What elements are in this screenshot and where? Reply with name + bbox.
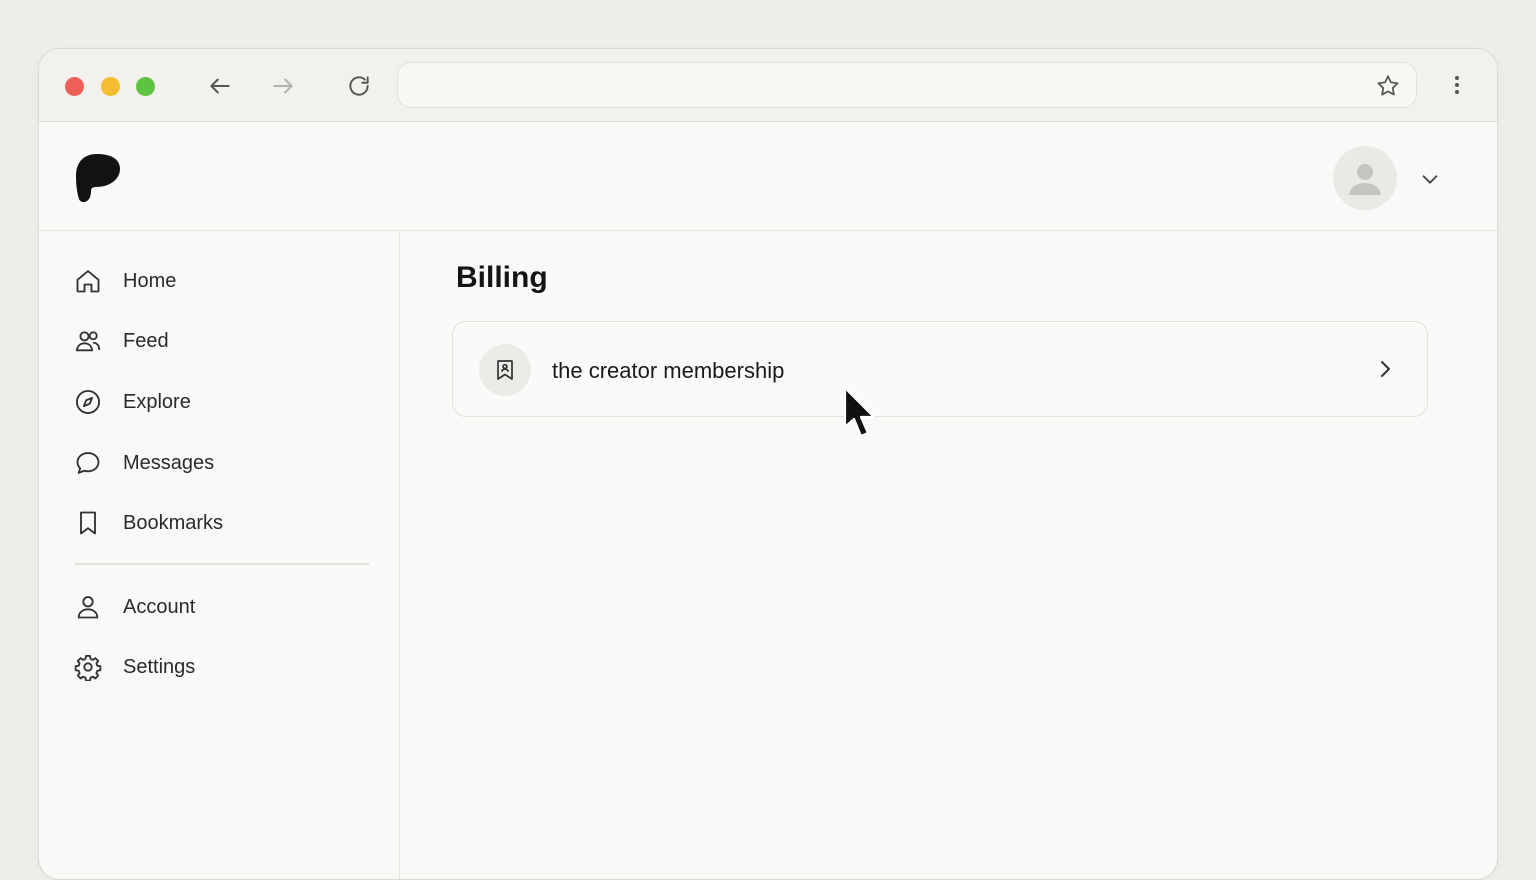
membership-card[interactable]: the creator membership (452, 321, 1428, 417)
browser-toolbar (39, 49, 1497, 122)
brand-logo-icon[interactable] (75, 152, 121, 204)
app-header (39, 122, 1497, 231)
close-window-button[interactable] (65, 77, 84, 96)
avatar-placeholder-icon (1349, 164, 1381, 195)
page-title: Billing (456, 261, 548, 294)
sidebar-item-label: Settings (123, 655, 196, 678)
gear-icon (73, 652, 103, 682)
reload-button[interactable] (344, 71, 374, 101)
membership-badge-icon (479, 344, 531, 396)
sidebar-item-label: Bookmarks (123, 511, 224, 534)
chevron-right-icon (1371, 355, 1399, 383)
compass-icon (73, 387, 103, 417)
sidebar-divider (75, 563, 369, 565)
chevron-down-icon (1422, 175, 1438, 184)
star-icon (1377, 75, 1399, 96)
arrow-left-icon (210, 78, 230, 94)
sidebar-item-home[interactable]: Home (73, 261, 363, 301)
sidebar-item-label: Messages (123, 451, 215, 474)
minimize-window-button[interactable] (101, 77, 120, 96)
main-content: Billing the creator membership (400, 231, 1497, 879)
sidebar-item-explore[interactable]: Explore (73, 382, 363, 422)
user-avatar-button[interactable] (1333, 146, 1397, 210)
sidebar-item-label: Home (123, 269, 177, 292)
browser-window: Home Feed Explore Messages Bookmarks Acc… (38, 48, 1498, 880)
bookmark-icon (73, 508, 103, 538)
sidebar-item-settings[interactable]: Settings (73, 647, 363, 687)
sidebar-item-messages[interactable]: Messages (73, 443, 363, 483)
sidebar-item-account[interactable]: Account (73, 587, 363, 627)
forward-button[interactable] (268, 71, 298, 101)
reload-icon (349, 76, 369, 96)
sidebar: Home Feed Explore Messages Bookmarks Acc… (39, 231, 400, 879)
message-icon (73, 448, 103, 478)
sidebar-item-label: Feed (123, 329, 169, 352)
sidebar-item-label: Account (123, 595, 196, 618)
bookmark-star-button[interactable] (1374, 72, 1402, 100)
maximize-window-button[interactable] (136, 77, 155, 96)
sidebar-item-bookmarks[interactable]: Bookmarks (73, 503, 363, 543)
user-icon (73, 592, 103, 622)
browser-menu-button[interactable] (1443, 71, 1471, 99)
arrow-right-icon (273, 78, 293, 94)
more-vertical-icon (1455, 76, 1459, 94)
membership-name: the creator membership (552, 358, 785, 383)
sidebar-item-label: Explore (123, 390, 191, 413)
account-menu-toggle[interactable] (1417, 166, 1443, 192)
back-button[interactable] (205, 71, 235, 101)
url-input[interactable] (414, 63, 1358, 109)
users-icon (73, 326, 103, 356)
address-bar[interactable] (397, 62, 1417, 109)
sidebar-item-feed[interactable]: Feed (73, 321, 363, 361)
home-icon (73, 266, 103, 296)
